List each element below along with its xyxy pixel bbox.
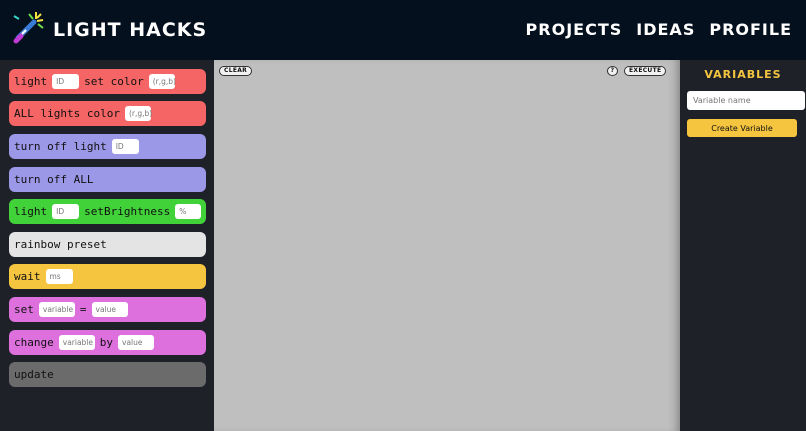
block-turn-off-all[interactable]: turn off ALL	[9, 167, 206, 192]
create-variable-button[interactable]: Create Variable	[687, 119, 797, 137]
block-update[interactable]: update	[9, 362, 206, 387]
block-label: by	[99, 336, 113, 349]
block-label: ALL lights color	[14, 107, 120, 120]
light-id-input[interactable]: ID	[52, 74, 80, 89]
block-label: turn off light	[14, 140, 107, 153]
block-all-lights-color[interactable]: ALL lights color (r,g,b)	[9, 101, 206, 126]
block-light-set-color[interactable]: light ID set color (r,g,b)	[9, 69, 206, 94]
block-turn-off-light[interactable]: turn off light ID	[9, 134, 206, 159]
block-label: rainbow preset	[14, 238, 107, 251]
variable-input[interactable]: variable	[38, 302, 75, 317]
brightness-input[interactable]: %	[175, 204, 202, 219]
block-wait[interactable]: wait ms	[9, 264, 206, 289]
rgb-input[interactable]: (r,g,b)	[148, 74, 176, 89]
help-button[interactable]: ?	[607, 66, 618, 76]
nav-ideas[interactable]: IDEAS	[636, 17, 695, 43]
variable-name-input[interactable]	[687, 91, 805, 110]
value-input[interactable]: value	[91, 302, 128, 317]
workspace-canvas[interactable]: CLEAR ? EXECUTE	[214, 60, 680, 431]
block-light-set-brightness[interactable]: light ID setBrightness %	[9, 199, 206, 224]
block-label: light	[14, 205, 48, 218]
execute-button[interactable]: EXECUTE	[624, 66, 667, 76]
block-rainbow-preset[interactable]: rainbow preset	[9, 232, 206, 257]
block-label: turn off ALL	[14, 173, 94, 186]
block-label: wait	[14, 270, 41, 283]
block-label: update	[14, 368, 54, 381]
block-set-variable[interactable]: set variable = value	[9, 297, 206, 322]
block-palette: light ID set color (r,g,b) ALL lights co…	[0, 60, 214, 431]
nav-projects[interactable]: PROJECTS	[526, 17, 623, 43]
block-label: change	[14, 336, 54, 349]
block-label: set color	[84, 75, 144, 88]
block-label: light	[14, 75, 48, 88]
rgb-input[interactable]: (r,g,b)	[124, 106, 152, 121]
variable-input[interactable]: variable	[58, 335, 95, 350]
brand-title: LIGHT HACKS	[53, 19, 208, 41]
nav-profile[interactable]: PROFILE	[709, 17, 792, 43]
block-label: =	[79, 303, 87, 316]
block-label: set	[14, 303, 34, 316]
neon-wand-icon[interactable]	[10, 10, 46, 46]
block-label: setBrightness	[84, 205, 171, 218]
light-id-input[interactable]: ID	[52, 204, 80, 219]
variables-panel: VARIABLES Create Variable	[680, 60, 806, 431]
top-header: LIGHT HACKS PROJECTS IDEAS PROFILE	[0, 0, 806, 60]
clear-button[interactable]: CLEAR	[219, 66, 253, 76]
block-change-variable[interactable]: change variable by value	[9, 330, 206, 355]
main-nav: PROJECTS IDEAS PROFILE	[526, 17, 792, 43]
value-input[interactable]: value	[118, 335, 154, 350]
light-id-input[interactable]: ID	[111, 139, 139, 154]
ms-input[interactable]: ms	[45, 269, 73, 284]
variables-title: VARIABLES	[704, 68, 782, 81]
